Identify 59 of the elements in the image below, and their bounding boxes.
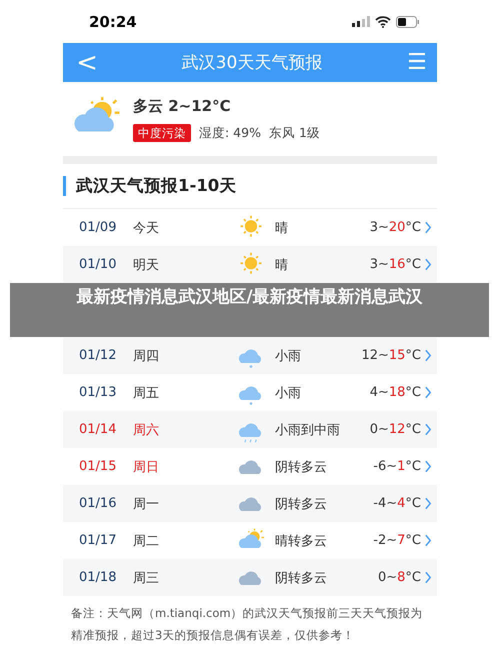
- menu-button[interactable]: ☰: [397, 50, 437, 75]
- temperature-range: 3~16°C: [370, 257, 421, 272]
- chevron-icon[interactable]: [425, 460, 432, 473]
- day-label: 周四: [133, 348, 160, 364]
- chevron-icon[interactable]: [425, 258, 432, 271]
- day-label: 周三: [133, 570, 160, 586]
- temperature-range: 0~12°C: [370, 422, 421, 437]
- date: 01/10: [79, 257, 118, 272]
- temperature-range: 4~18°C: [370, 385, 421, 400]
- clock: 20:24: [89, 12, 138, 30]
- date: 01/12: [79, 348, 118, 363]
- current-weather: 多云 2~12°C: [133, 96, 232, 116]
- weather-text: 晴: [275, 220, 289, 236]
- weather-text: 阴转多云: [275, 570, 328, 586]
- chevron-icon[interactable]: [425, 349, 432, 362]
- temperature-range: 0~8°C: [378, 570, 421, 585]
- day-label: 周五: [133, 384, 160, 402]
- weather-text: 晴转多云: [275, 532, 328, 550]
- temperature-range: -2~7°C: [373, 533, 421, 548]
- weather-text: 小雨到中雨: [275, 422, 341, 438]
- footnote: 备注：天气网（m.tianqi.com）的武汉天气预报前三天天气预报为精准预报，超过3天的预报信息偶有误差，仅供参考！: [70, 605, 424, 644]
- date: 01/18: [79, 570, 118, 585]
- chevron-icon[interactable]: [425, 423, 432, 436]
- weather-text: 小雨: [275, 348, 302, 364]
- air-quality-badge: 中度污染: [133, 124, 191, 142]
- day-label: 今天: [133, 220, 160, 236]
- day-label: 周一: [133, 496, 160, 512]
- wifi-icon: [375, 16, 391, 28]
- chevron-icon[interactable]: [425, 497, 432, 510]
- chevron-icon[interactable]: [425, 386, 432, 399]
- date: 01/16: [79, 496, 118, 511]
- date: 01/09: [79, 220, 118, 235]
- section-title: 武汉天气预报1-10天: [76, 175, 236, 197]
- weather-text: 晴: [275, 256, 289, 274]
- wind-text: 东风 1级: [268, 124, 320, 140]
- day-label: 周二: [133, 532, 160, 550]
- humidity-text: 湿度: 49%: [199, 124, 261, 140]
- date: 01/15: [79, 459, 118, 474]
- day-label: 明天: [133, 256, 160, 274]
- temperature-range: -6~1°C: [373, 459, 421, 474]
- signal-icon: [352, 16, 370, 27]
- caption-banner: 最新疫情消息武汉地区/最新疫情最新消息武汉: [10, 283, 489, 337]
- temperature-range: 12~15°C: [361, 348, 421, 363]
- page-title: 武汉30天天气预报: [180, 52, 324, 74]
- day-label: 周日: [133, 458, 160, 476]
- back-button[interactable]: <: [67, 48, 107, 78]
- chevron-icon[interactable]: [425, 221, 432, 234]
- chevron-icon[interactable]: [425, 571, 432, 584]
- date: 01/14: [79, 422, 118, 437]
- date: 01/13: [79, 385, 118, 400]
- day-label: 周六: [133, 422, 160, 438]
- weather-text: 小雨: [275, 384, 302, 402]
- weather-text: 阴转多云: [275, 496, 328, 512]
- chevron-icon[interactable]: [425, 534, 432, 547]
- date: 01/17: [79, 533, 118, 548]
- temperature-range: 3~20°C: [370, 220, 421, 235]
- battery-icon: [396, 16, 420, 28]
- weather-text: 阴转多云: [275, 458, 328, 476]
- temperature-range: -4~4°C: [373, 496, 421, 511]
